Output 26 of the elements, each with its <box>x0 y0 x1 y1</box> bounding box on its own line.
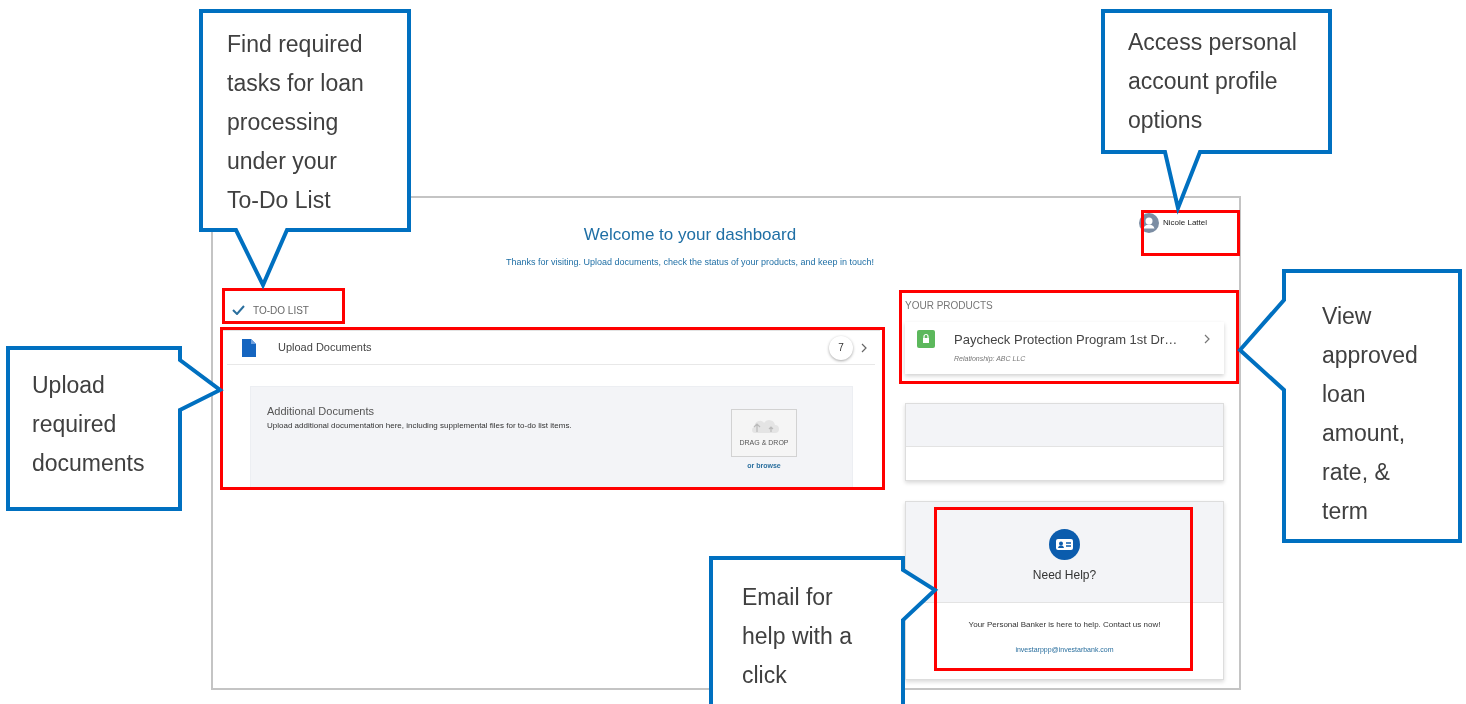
count-badge: 7 <box>829 335 853 360</box>
panel-title: Additional Documents <box>267 404 375 419</box>
contact-card-icon <box>1049 529 1080 560</box>
callout-text: Email for help with a click <box>742 583 853 690</box>
section-heading: TO-DO LIST <box>253 303 309 318</box>
task-row[interactable]: Upload Documents 7 <box>227 331 875 365</box>
help-message: Your Personal Banker is here to help. Contact us now! <box>967 619 1162 631</box>
chevron-icon <box>1204 334 1210 344</box>
document-icon <box>242 338 256 357</box>
help-title: Need Help? <box>1031 567 1098 584</box>
callout-text: Upload required documents <box>32 371 146 478</box>
check-icon <box>232 305 245 315</box>
user-name[interactable]: Nicole Lattel <box>1163 217 1208 229</box>
lock-icon <box>917 330 935 348</box>
panel-description: Upload additional documentation here, including supplemental files for to-do list items. <box>267 419 572 432</box>
callout-text: Find required tasks for loan processing under your To-Do List <box>227 30 365 215</box>
cloud-upload-icon <box>749 417 779 434</box>
callout-text: View approved loan amount, rate, & term <box>1322 302 1419 526</box>
user-avatar-icon[interactable] <box>1139 213 1159 233</box>
task-title: Upload Documents <box>278 340 373 356</box>
chevron-icon <box>861 342 867 353</box>
callout-text: Access personal account profile options <box>1128 28 1298 135</box>
product-name: Paycheck Protection Program 1st Dr… <box>954 331 1179 349</box>
section-heading: YOUR PRODUCTS <box>905 299 994 313</box>
page-subtitle: Thanks for visiting. Upload documents, check the status of your products, and keep in touch! <box>504 255 876 269</box>
page-title: Welcome to your dashboard <box>582 224 798 246</box>
